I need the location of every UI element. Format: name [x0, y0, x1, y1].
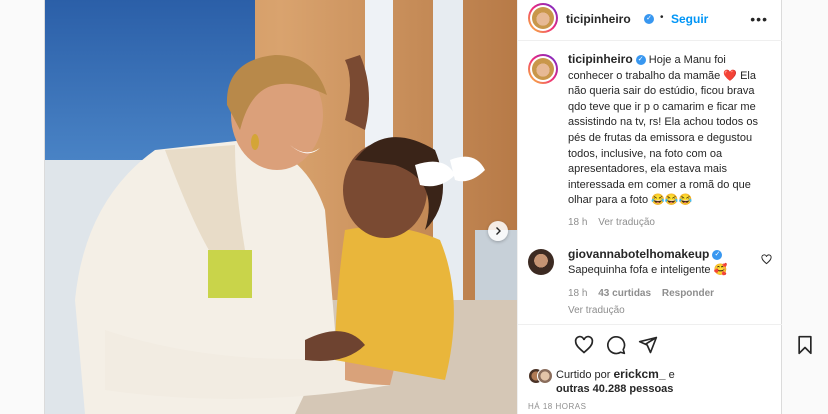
caption-avatar[interactable] — [528, 54, 558, 84]
comment-username[interactable]: giovannabotelhomakeup — [568, 247, 709, 261]
chevron-right-icon — [496, 227, 501, 235]
liker-avatar — [537, 368, 553, 384]
bookmark-icon[interactable] — [796, 335, 814, 355]
follow-button[interactable]: Seguir — [671, 12, 708, 26]
comment-translate-link[interactable]: Ver tradução — [568, 303, 758, 318]
photo-scene — [45, 0, 517, 414]
liked-by-user[interactable]: erickcm_ — [613, 367, 665, 381]
post-sidebar: ticipinheiro ✓ • Seguir ••• ticipinheiro… — [517, 0, 812, 414]
heart-icon[interactable] — [574, 335, 594, 355]
verified-badge-icon: ✓ — [635, 55, 646, 66]
comment-meta: 18 h 43 curtidas Responder — [568, 286, 758, 301]
caption-body: ticipinheiro ✓ Hoje a Manu foi conhecer … — [568, 52, 773, 231]
caption-text: Hoje a Manu foi conhecer o trabalho da m… — [568, 54, 758, 207]
author-avatar[interactable] — [528, 3, 558, 33]
commenter-avatar[interactable] — [528, 249, 554, 275]
post-card: ticipinheiro ✓ • Seguir ••• ticipinheiro… — [44, 0, 812, 414]
verified-badge-icon: ✓ — [712, 250, 723, 261]
author-username[interactable]: ticipinheiro — [566, 12, 631, 26]
caption-username[interactable]: ticipinheiro — [568, 52, 633, 66]
action-bar — [518, 324, 812, 365]
comment-time: 18 h — [568, 288, 588, 299]
post-photo[interactable] — [45, 0, 517, 414]
liked-by-others[interactable]: outras 40.288 pessoas — [528, 382, 675, 396]
share-icon[interactable] — [638, 335, 658, 355]
post-header: ticipinheiro ✓ • Seguir ••• — [518, 0, 782, 41]
likes-summary: Curtido por erickcm_ e outras 40.288 pes… — [528, 367, 675, 396]
post-timestamp[interactable]: HÁ 18 HORAS — [528, 402, 586, 411]
next-photo-button[interactable] — [488, 221, 508, 241]
more-options-icon[interactable]: ••• — [750, 11, 768, 27]
caption-meta: 18 h Ver tradução — [568, 215, 773, 231]
comment-text: Sapequinha fofa e inteligente 🥰 — [568, 264, 728, 276]
header-separator: • — [660, 12, 664, 23]
caption-translate-link[interactable]: Ver tradução — [598, 217, 655, 228]
comment-icon[interactable] — [606, 335, 626, 355]
comment-heart-icon[interactable] — [761, 254, 772, 265]
reply-link[interactable]: Responder — [662, 288, 714, 299]
verified-badge-icon: ✓ — [644, 14, 654, 24]
liked-by-joiner: e — [668, 369, 675, 381]
comment-body: giovannabotelhomakeup ✓ Sapequinha fofa … — [568, 247, 758, 318]
caption-time: 18 h — [568, 216, 588, 228]
comment-likes[interactable]: 43 curtidas — [598, 288, 651, 299]
liked-by-prefix: Curtido por — [556, 369, 611, 381]
